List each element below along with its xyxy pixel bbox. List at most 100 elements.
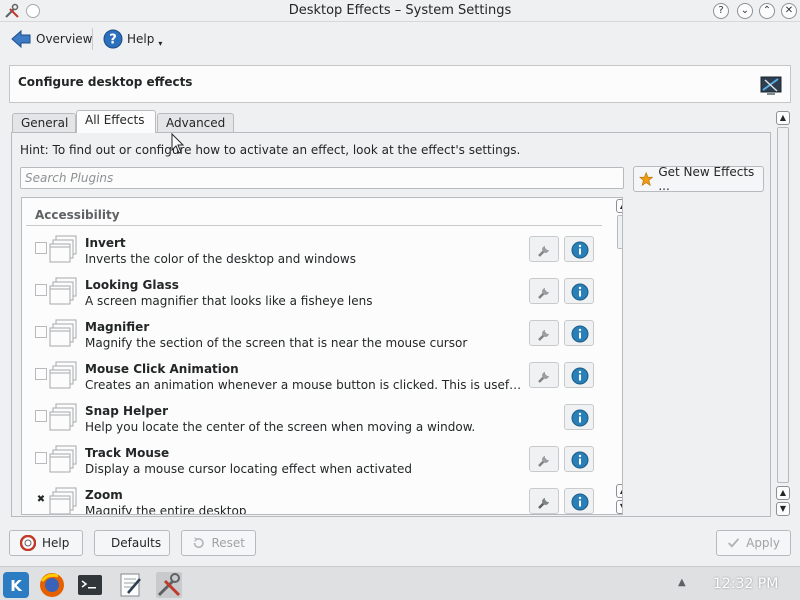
reset-icon xyxy=(193,537,204,549)
page-title: Configure desktop effects xyxy=(18,75,193,89)
category-header: Accessibility xyxy=(26,202,602,226)
configure-button[interactable] xyxy=(529,320,559,346)
category-label: Accessibility xyxy=(35,208,120,222)
wrench-icon xyxy=(538,288,549,299)
get-new-effects-label: Get New Effects ... xyxy=(658,165,755,193)
effect-name: Track Mouse xyxy=(85,446,170,460)
about-button[interactable] xyxy=(564,278,594,304)
help-button[interactable]: Help xyxy=(9,530,83,556)
help-icon: ? xyxy=(103,29,123,49)
terminal-icon[interactable] xyxy=(76,571,104,599)
about-button[interactable] xyxy=(564,446,594,472)
scroll-up-button[interactable]: ▲ xyxy=(616,199,622,213)
about-button[interactable] xyxy=(564,488,594,514)
close-button[interactable]: ✕ xyxy=(781,3,797,19)
effect-name: Mouse Click Animation xyxy=(85,362,239,376)
about-button[interactable] xyxy=(564,362,594,388)
info-icon xyxy=(571,283,589,301)
checkmark-icon xyxy=(728,538,740,548)
svg-text:K: K xyxy=(10,577,23,595)
wrench-icon xyxy=(538,372,549,383)
kde-launcher-icon[interactable]: K xyxy=(2,571,30,599)
effect-checkbox-checked[interactable]: ✖ xyxy=(35,494,47,506)
info-icon xyxy=(571,451,589,469)
system-settings-taskbar-icon[interactable] xyxy=(155,571,183,599)
scroll-up-button-lower[interactable]: ▲ xyxy=(616,484,622,498)
tab-general[interactable]: General xyxy=(12,113,76,133)
help-label: Help xyxy=(127,32,155,46)
svg-text:?: ? xyxy=(109,33,117,48)
overview-button[interactable]: Overview xyxy=(6,26,97,52)
star-icon xyxy=(639,171,654,187)
about-button[interactable] xyxy=(564,236,594,262)
scroll-down-button[interactable]: ▼ xyxy=(616,500,622,514)
get-new-effects-button[interactable]: Get New Effects ... xyxy=(633,165,764,193)
effect-row-track-mouse[interactable]: Track Mouse Display a mouse cursor locat… xyxy=(22,438,612,480)
back-arrow-icon xyxy=(11,29,31,49)
reset-button[interactable]: Reset xyxy=(181,530,256,556)
maximize-button[interactable]: ⌃ xyxy=(759,3,775,19)
text-editor-icon[interactable] xyxy=(116,571,144,599)
effect-row-looking-glass[interactable]: Looking Glass A screen magnifier that lo… xyxy=(22,270,612,312)
effect-row-invert[interactable]: Invert Inverts the color of the desktop … xyxy=(22,228,612,270)
effect-row-snap-helper[interactable]: Snap Helper Help you locate the center o… xyxy=(22,396,612,438)
effect-row-mouse-click-animation[interactable]: Mouse Click Animation Creates an animati… xyxy=(22,354,612,396)
effect-description: Magnify the entire desktop xyxy=(85,504,247,515)
effect-name: Magnifier xyxy=(85,320,150,334)
effect-description: Creates an animation whenever a mouse bu… xyxy=(85,378,525,392)
apply-button[interactable]: Apply xyxy=(716,530,791,556)
effect-row-magnifier[interactable]: Magnifier Magnify the section of the scr… xyxy=(22,312,612,354)
effect-checkbox[interactable] xyxy=(35,452,47,464)
tab-general-label: General xyxy=(21,116,69,130)
dropdown-arrow-icon: ▾ xyxy=(158,38,163,48)
tab-all-effects-label: All Effects xyxy=(85,113,145,127)
effect-description: Display a mouse cursor locating effect w… xyxy=(85,462,413,476)
window-effect-icon xyxy=(49,235,77,263)
configure-button[interactable] xyxy=(529,488,559,514)
effect-checkbox[interactable] xyxy=(35,242,47,254)
minimize-button[interactable]: ⌄ xyxy=(737,3,753,19)
configure-button[interactable] xyxy=(529,446,559,472)
wrench-icon xyxy=(538,330,549,341)
page-scrollbar[interactable]: ▲ ▲ ▼ xyxy=(775,110,791,520)
about-button[interactable] xyxy=(564,320,594,346)
search-plugins-input[interactable]: Search Plugins xyxy=(20,167,624,189)
effect-checkbox[interactable] xyxy=(35,368,47,380)
configure-button[interactable] xyxy=(529,278,559,304)
page-scroll-down-button[interactable]: ▼ xyxy=(776,502,790,516)
about-button[interactable] xyxy=(564,404,594,430)
scroll-thumb[interactable] xyxy=(617,215,622,249)
toolbar: Overview ? Help ▾ xyxy=(0,22,800,56)
wrench-icon xyxy=(538,498,549,509)
tab-all-effects[interactable]: All Effects xyxy=(76,110,156,133)
page-scroll-up-button[interactable]: ▲ xyxy=(776,111,790,125)
configure-button[interactable] xyxy=(529,236,559,262)
effect-description: Inverts the color of the desktop and win… xyxy=(85,252,356,266)
configure-button[interactable] xyxy=(529,362,559,388)
effect-checkbox[interactable] xyxy=(35,326,47,338)
clock[interactable]: 12:32 PM xyxy=(713,576,778,592)
firefox-icon[interactable] xyxy=(38,571,66,599)
apply-button-label: Apply xyxy=(746,536,780,550)
all-effects-panel: Hint: To find out or configure how to ac… xyxy=(11,132,771,517)
context-help-button[interactable]: ? xyxy=(713,3,729,19)
tray-expand-icon[interactable]: ▲ xyxy=(678,577,686,588)
reset-button-label: Reset xyxy=(211,536,245,550)
effects-list: Accessibility Invert Inverts the color o… xyxy=(21,197,623,515)
effect-row-zoom[interactable]: ✖ Zoom Magnify the entire desktop xyxy=(22,480,612,515)
effect-name: Invert xyxy=(85,236,126,250)
tab-advanced[interactable]: Advanced xyxy=(157,113,234,133)
defaults-button[interactable]: Defaults xyxy=(94,530,170,556)
list-scrollbar[interactable]: ▲ ▲ ▼ xyxy=(615,198,622,514)
effect-name: Looking Glass xyxy=(85,278,179,292)
help-menu-button[interactable]: ? Help ▾ xyxy=(99,26,166,52)
effect-checkbox[interactable] xyxy=(35,284,47,296)
window-effect-icon xyxy=(49,445,77,473)
effect-checkbox[interactable] xyxy=(35,410,47,422)
info-icon xyxy=(571,325,589,343)
info-icon xyxy=(571,241,589,259)
page-scroll-up-button-lower[interactable]: ▲ xyxy=(776,486,790,500)
window-effect-icon xyxy=(49,403,77,431)
page-scroll-thumb[interactable] xyxy=(777,127,789,483)
taskbar: K ▲ 12:32 PM xyxy=(0,566,800,600)
